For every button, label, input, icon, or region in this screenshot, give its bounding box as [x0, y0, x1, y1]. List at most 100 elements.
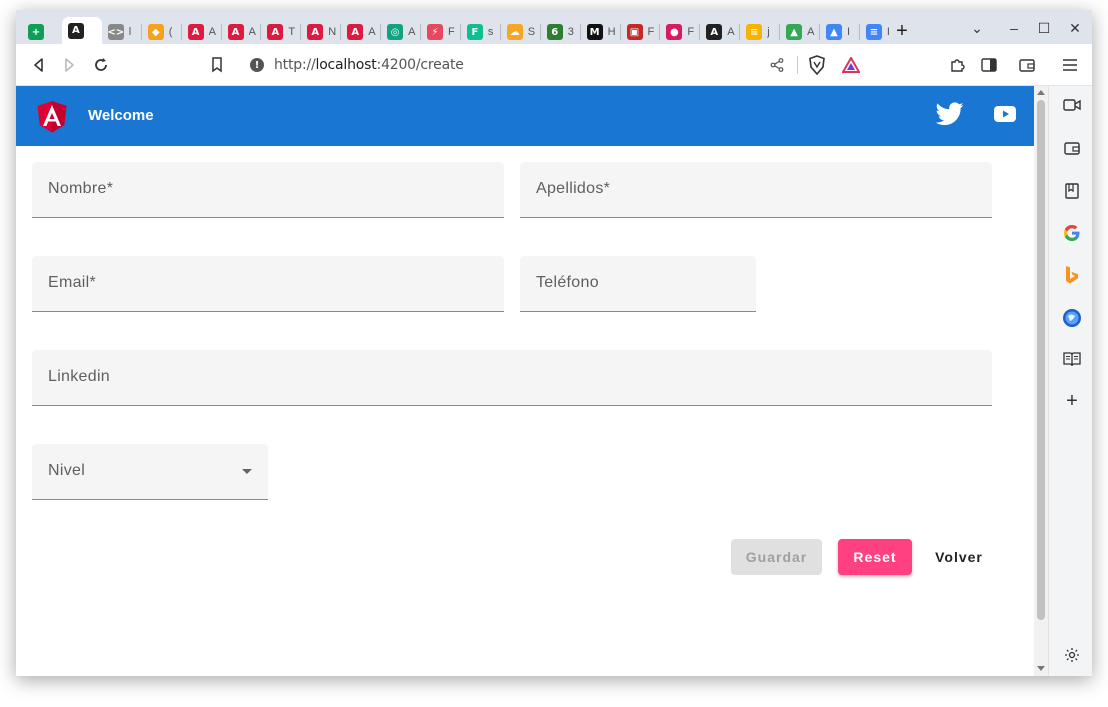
drive-icon: ▲ [826, 24, 842, 40]
google-icon[interactable] [1061, 222, 1083, 244]
back-icon[interactable] [28, 54, 50, 76]
forward-icon[interactable] [58, 54, 80, 76]
mongo-icon: 6 [546, 24, 563, 40]
tab-separator [340, 24, 342, 40]
add-sidebar-item-icon[interactable]: + [1061, 390, 1083, 412]
browser-tab[interactable]: ▲ I [820, 20, 860, 44]
app-toolbar: Welcome [16, 86, 1034, 146]
new-tab-button[interactable]: + [892, 21, 912, 42]
scroll-thumb[interactable] [1037, 100, 1045, 620]
browser-tab[interactable]: AA [222, 20, 262, 44]
tab-separator [739, 24, 741, 40]
tab-separator [579, 24, 581, 40]
twitter-icon[interactable] [936, 102, 964, 126]
browser-tab[interactable]: AA [700, 20, 740, 44]
brave-shields-icon[interactable] [806, 54, 828, 76]
tab-title: s [487, 26, 494, 38]
browser-tab[interactable]: ≡ j [740, 20, 780, 44]
browser-tab[interactable]: <> l [102, 20, 142, 44]
telefono-label: Teléfono [536, 274, 599, 291]
sidebar-settings-icon[interactable] [1061, 644, 1083, 666]
stack-icon: ≡ [746, 24, 763, 40]
tab-separator [858, 24, 860, 40]
reload-icon[interactable] [90, 54, 112, 76]
scroll-down-icon[interactable] [1037, 666, 1045, 671]
url-text[interactable]: http://localhost:4200/create [274, 57, 464, 73]
telefono-field[interactable]: Teléfono [520, 256, 756, 312]
maximize-icon[interactable]: ☐ [1034, 20, 1054, 37]
angular-icon: A [67, 22, 84, 39]
tab-title: A [807, 26, 815, 38]
tab-separator [659, 24, 661, 40]
browser-tab[interactable]: ⚡ F [421, 20, 461, 44]
browser-tab[interactable]: AA [341, 20, 381, 44]
reader-icon[interactable] [1061, 348, 1083, 370]
linkedin-label: Linkedin [48, 368, 111, 385]
tab-separator [459, 24, 461, 40]
video-call-icon[interactable] [1061, 94, 1083, 116]
minimize-icon[interactable]: – [1004, 20, 1024, 36]
tab-title: j [767, 26, 770, 38]
save-button[interactable]: Guardar [731, 539, 822, 575]
openai-icon: ◎ [387, 24, 404, 40]
tab-title: F [647, 26, 655, 38]
apellidos-field[interactable]: Apellidos* [520, 162, 992, 218]
tab-list-chevron-icon[interactable]: ⌄ [967, 20, 987, 37]
sidebar-toggle-icon[interactable] [978, 54, 1000, 76]
tab-separator [619, 24, 621, 40]
reset-button[interactable]: Reset [838, 539, 912, 575]
browser-tab[interactable]: AN [301, 20, 341, 44]
browser-tab[interactable]: AA [182, 20, 222, 44]
close-window-icon[interactable]: ✕ [1065, 20, 1085, 37]
url-divider [797, 56, 798, 74]
browser-tab[interactable]: MH [581, 20, 621, 44]
tab-title: F [687, 26, 695, 38]
tab-title: F [448, 26, 455, 38]
youtube-icon[interactable] [994, 106, 1016, 122]
brave-rewards-icon[interactable] [840, 54, 862, 76]
extensions-icon[interactable] [946, 54, 968, 76]
wallet-icon[interactable] [1016, 54, 1038, 76]
bing-icon[interactable] [1061, 264, 1083, 286]
browser-tab[interactable]: Fs [461, 20, 501, 44]
browser-tab[interactable]: ● F [660, 20, 700, 44]
angular-icon: A [227, 24, 244, 40]
nombre-field[interactable]: Nombre* [32, 162, 504, 218]
browser-sidebar: + [1048, 86, 1092, 676]
reading-list-icon[interactable] [1061, 180, 1083, 202]
code-icon: <> [107, 24, 124, 40]
browser-tab[interactable]: ◆( [142, 20, 182, 44]
medium-icon: M [586, 24, 603, 40]
angular-logo-icon[interactable] [36, 100, 68, 134]
menu-icon[interactable] [1059, 54, 1081, 76]
wallet-sidebar-icon[interactable] [1061, 137, 1083, 159]
angular-icon: A [267, 24, 284, 40]
globe-icon[interactable] [1061, 307, 1083, 329]
browser-tab[interactable]: ▣ F [621, 20, 661, 44]
scroll-up-icon[interactable] [1037, 90, 1045, 95]
browser-tab[interactable]: + [22, 20, 62, 44]
url-path: :4200/create [376, 57, 464, 73]
app-title: Welcome [88, 107, 154, 124]
browser-tab[interactable]: ◎ A [381, 20, 421, 44]
back-button[interactable]: Volver [926, 539, 992, 575]
browser-tab[interactable]: ▲ A [780, 20, 820, 44]
tab-separator [420, 24, 421, 40]
browser-tab[interactable]: A [61, 17, 102, 44]
site-info-icon[interactable]: ! [250, 58, 264, 72]
browser-toolbar: ! http://localhost:4200/create [16, 44, 1092, 86]
browser-tab[interactable]: AT [261, 20, 301, 44]
nivel-select[interactable]: Nivel [32, 444, 268, 500]
bookmark-icon[interactable] [206, 54, 228, 76]
linkedin-field[interactable]: Linkedin [32, 350, 992, 406]
tab-title: I [847, 26, 851, 38]
share-icon[interactable] [766, 54, 788, 76]
browser-tab[interactable]: 63 [541, 20, 581, 44]
sheets-icon: + [28, 24, 44, 40]
dropdown-arrow-icon [242, 469, 252, 474]
tab-title: S [527, 26, 536, 38]
page-scrollbar[interactable] [1034, 86, 1048, 676]
browser-tab[interactable]: ☁ S [501, 20, 541, 44]
email-field[interactable]: Email* [32, 256, 504, 312]
tab-title: 3 [567, 26, 574, 38]
